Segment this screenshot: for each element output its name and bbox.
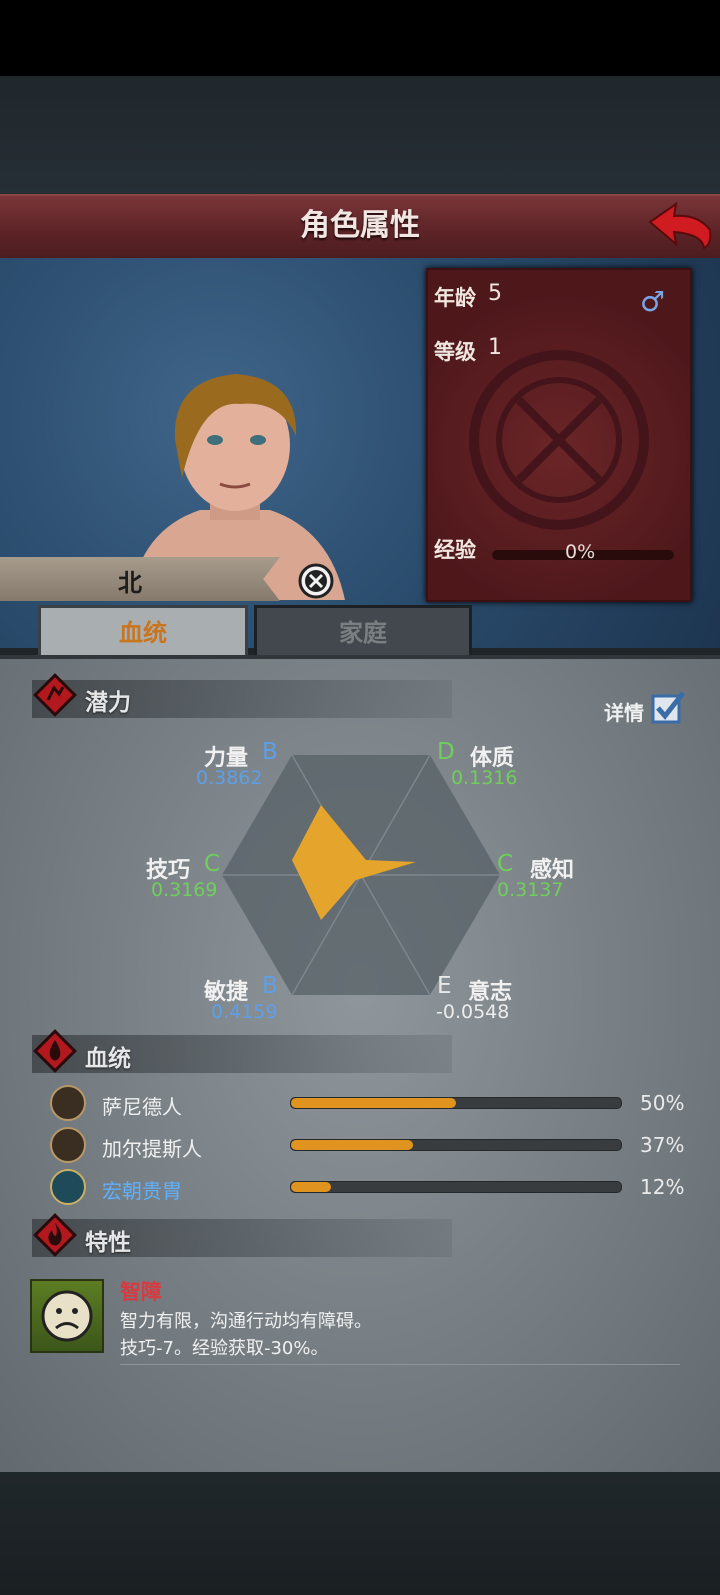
level-value: 1: [488, 335, 502, 360]
back-button[interactable]: [646, 200, 714, 252]
trait-effect: 技巧-7。经验获取-30%。: [120, 1338, 329, 1359]
stat-strength-grade: B: [262, 739, 278, 765]
detail-checkbox[interactable]: [651, 690, 685, 724]
top-backdrop: [0, 76, 720, 194]
bloodline-bar-fill: [291, 1098, 456, 1108]
stat-constitution-value: 0.1316: [451, 767, 518, 789]
checkbox-checked-icon: [651, 691, 685, 724]
stat-perception-value: 0.3137: [497, 879, 564, 901]
status-bar: [0, 0, 720, 76]
potential-icon: [33, 673, 77, 717]
bloodline-name: 宏朝贵胄: [102, 1179, 182, 1203]
bloodline-bar-fill: [291, 1182, 331, 1192]
level-label: 等级: [434, 340, 476, 364]
tab-bloodline[interactable]: 血统: [38, 605, 248, 658]
age-label: 年龄: [434, 286, 476, 310]
header-banner: 角色属性: [0, 194, 720, 263]
stat-perception-grade: C: [497, 851, 514, 877]
bloodline-percent: 12%: [640, 1175, 685, 1199]
age-value: 5: [488, 281, 502, 306]
sad-face-icon: [41, 1290, 93, 1342]
sanid-emblem-icon: [50, 1085, 86, 1121]
bloodline-percent: 37%: [640, 1133, 685, 1157]
close-icon: [298, 563, 334, 599]
bloodline-bar-fill: [291, 1140, 413, 1150]
tab-family[interactable]: 家庭: [254, 605, 472, 661]
male-gender-icon: ♂: [640, 285, 666, 318]
bloodline-bar: [290, 1097, 622, 1109]
bottom-backdrop: [0, 1472, 720, 1595]
stat-skill-grade: C: [204, 851, 221, 877]
divider: [120, 1364, 680, 1365]
exp-value: 0%: [565, 541, 596, 563]
bloodline-name: 萨尼德人: [102, 1095, 182, 1119]
stat-agility-grade: B: [262, 973, 278, 999]
galtis-emblem-icon: [50, 1127, 86, 1163]
bloodline-title: 血统: [85, 1046, 131, 1072]
potential-title: 潜力: [85, 690, 131, 716]
close-button[interactable]: [298, 563, 334, 599]
detail-label: 详情: [604, 701, 644, 725]
royal-flame-icon: [50, 1169, 86, 1205]
bloodline-percent: 50%: [640, 1091, 685, 1115]
stat-will-grade: E: [437, 973, 452, 999]
bloodline-bar: [290, 1139, 622, 1151]
character-name: 北: [118, 569, 142, 597]
trait-name: 智障: [120, 1280, 162, 1304]
stat-strength-value: 0.3862: [196, 767, 263, 789]
exp-label: 经验: [434, 538, 476, 562]
bloodline-name: 加尔提斯人: [102, 1137, 202, 1161]
stat-agility-value: 0.4159: [211, 1001, 278, 1023]
stat-will-value: -0.0548: [436, 1001, 510, 1023]
blood-drop-icon: [33, 1029, 77, 1073]
bloodline-bar: [290, 1181, 622, 1193]
trait-icon-box[interactable]: [30, 1279, 104, 1353]
flame-icon: [33, 1213, 77, 1257]
page-title: 角色属性: [300, 208, 420, 243]
trait-description: 智力有限，沟通行动均有障碍。: [120, 1311, 372, 1332]
traits-title: 特性: [85, 1230, 131, 1256]
back-arrow-icon: [648, 201, 712, 250]
stat-constitution-grade: D: [437, 739, 455, 765]
stat-skill-value: 0.3169: [151, 879, 218, 901]
